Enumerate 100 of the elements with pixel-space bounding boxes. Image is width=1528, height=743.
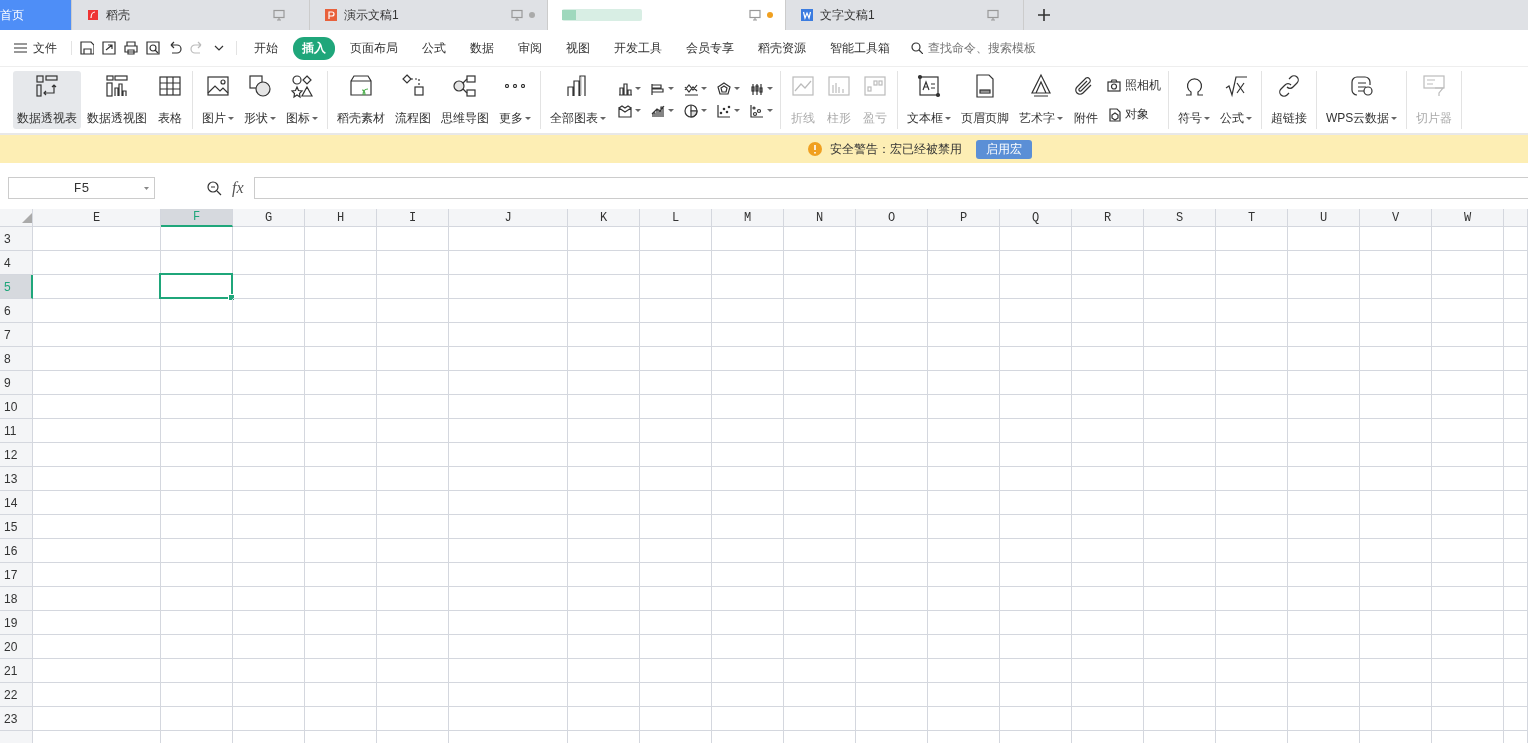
column-header[interactable]: W xyxy=(1432,209,1504,227)
document-tab[interactable] xyxy=(548,0,786,30)
column-header[interactable]: E xyxy=(33,209,161,227)
caret-icon xyxy=(144,187,149,190)
ribbon-button[interactable]: 超链接 xyxy=(1267,71,1311,129)
column-header[interactable]: L xyxy=(640,209,712,227)
chart-type-button[interactable] xyxy=(715,102,742,120)
warning-icon xyxy=(808,142,822,156)
pie-chart-icon xyxy=(684,104,698,118)
ribbon-tab[interactable]: 页面布局 xyxy=(341,36,407,60)
column-header[interactable]: R xyxy=(1072,209,1144,227)
row-header[interactable]: 22 xyxy=(0,683,33,707)
ribbon-button[interactable]: 图标 xyxy=(282,71,322,129)
ribbon-button[interactable]: 对象 xyxy=(1105,104,1163,125)
ribbon-button[interactable]: 数据透视图 xyxy=(83,71,151,129)
row-header[interactable]: 8 xyxy=(0,347,33,371)
column-header[interactable]: I xyxy=(377,209,449,227)
column-header[interactable]: O xyxy=(856,209,928,227)
chart-type-button[interactable] xyxy=(748,102,775,120)
redo-icon[interactable] xyxy=(190,41,204,55)
ribbon-button[interactable]: 文本框 xyxy=(903,71,955,129)
print-preview-icon[interactable] xyxy=(146,41,160,55)
column-header[interactable]: J xyxy=(449,209,568,227)
ribbon-button[interactable]: 流程图 xyxy=(391,71,435,129)
ribbon-tab[interactable]: 公式 xyxy=(413,36,455,60)
row-header[interactable]: 21 xyxy=(0,659,33,683)
file-menu[interactable]: 文件 xyxy=(14,39,57,57)
ribbon-button[interactable]: 形状 xyxy=(240,71,280,129)
row-header[interactable]: 4 xyxy=(0,251,33,275)
column-header[interactable]: P xyxy=(928,209,1000,227)
column-header[interactable]: Q xyxy=(1000,209,1072,227)
ribbon-button[interactable]: 公式 xyxy=(1216,71,1256,129)
ribbon-tab[interactable]: 会员专享 xyxy=(677,36,743,60)
undo-icon[interactable] xyxy=(168,41,182,55)
column-header[interactable]: U xyxy=(1288,209,1360,227)
column-header[interactable]: H xyxy=(305,209,377,227)
ribbon-tab[interactable]: 开始 xyxy=(245,36,287,60)
monitor-icon xyxy=(273,9,285,21)
row-header[interactable]: 20 xyxy=(0,635,33,659)
ribbon-button[interactable]: 全部图表 xyxy=(546,71,610,129)
icons-icon xyxy=(289,73,315,99)
column-header[interactable]: S xyxy=(1144,209,1216,227)
stock-chart-icon xyxy=(750,82,764,96)
row-header[interactable]: 16 xyxy=(0,539,33,563)
column-header[interactable]: N xyxy=(784,209,856,227)
row-header[interactable]: 18 xyxy=(0,587,33,611)
ribbon-button[interactable]: WPS云数据 xyxy=(1322,71,1402,129)
export-icon[interactable] xyxy=(102,41,116,55)
ribbon-button[interactable]: 数据透视表 xyxy=(13,71,81,129)
table-icon xyxy=(157,73,183,99)
ribbon-button[interactable]: 更多 xyxy=(495,71,535,129)
search-field[interactable]: 查找命令、搜索模板 xyxy=(911,40,1060,56)
ribbon-button[interactable]: 表格 xyxy=(153,71,187,129)
row-header[interactable]: 15 xyxy=(0,515,33,539)
row-header[interactable]: 19 xyxy=(0,611,33,635)
column-header[interactable]: T xyxy=(1216,209,1288,227)
ribbon-tab[interactable]: 视图 xyxy=(557,36,599,60)
radar-chart-icon xyxy=(717,82,731,96)
ribbon-button[interactable]: 图片 xyxy=(198,71,238,129)
row-header[interactable]: 13 xyxy=(0,467,33,491)
ribbon-button[interactable]: 照相机 xyxy=(1105,75,1163,96)
caret-icon xyxy=(635,109,641,113)
row-header[interactable]: 17 xyxy=(0,563,33,587)
zoom-out-icon[interactable] xyxy=(207,180,222,196)
chart-type-button[interactable] xyxy=(616,80,643,98)
chart-type-button[interactable] xyxy=(682,102,709,120)
column-header[interactable]: K xyxy=(568,209,640,227)
row-header[interactable]: 12 xyxy=(0,443,33,467)
row-header[interactable]: 23 xyxy=(0,707,33,731)
row-header[interactable]: 14 xyxy=(0,491,33,515)
ribbon-button[interactable]: 稻壳素材 xyxy=(333,71,389,129)
tab-title: 首页 xyxy=(0,6,25,24)
storefront-icon xyxy=(348,73,374,99)
name-box[interactable]: F5 xyxy=(8,177,155,199)
row-header[interactable]: 6 xyxy=(0,299,33,323)
column-header[interactable]: M xyxy=(712,209,784,227)
column-header[interactable]: G xyxy=(233,209,305,227)
ribbon-button[interactable]: 艺术字 xyxy=(1015,71,1067,129)
add-tab-icon[interactable] xyxy=(1038,9,1050,21)
ribbon-button[interactable]: 附件 xyxy=(1069,71,1103,129)
ribbon-button[interactable]: 符号 xyxy=(1174,71,1214,129)
row-header[interactable]: 3 xyxy=(0,227,33,251)
ribbon-tab[interactable]: 数据 xyxy=(461,36,503,60)
row-header[interactable]: 7 xyxy=(0,323,33,347)
ribbon-tab[interactable]: 稻壳资源 xyxy=(749,36,815,60)
caret-icon xyxy=(734,109,740,113)
row-header[interactable]: 10 xyxy=(0,395,33,419)
fx-label[interactable]: fx xyxy=(232,179,244,197)
row-header[interactable]: 9 xyxy=(0,371,33,395)
ribbon-button[interactable]: 思维导图 xyxy=(437,71,493,129)
ribbon-tab[interactable]: 开发工具 xyxy=(605,36,671,60)
column-header[interactable]: V xyxy=(1360,209,1432,227)
row-header[interactable]: 11 xyxy=(0,419,33,443)
formula-input[interactable] xyxy=(253,177,1528,199)
ribbon-button[interactable]: 页眉页脚 xyxy=(957,71,1013,129)
ribbon-tab[interactable]: 审阅 xyxy=(509,36,551,60)
save-icon[interactable] xyxy=(80,41,94,55)
chart-type-button[interactable] xyxy=(715,80,742,98)
print-icon[interactable] xyxy=(124,41,138,55)
ribbon-tab[interactable]: 智能工具箱 xyxy=(821,36,899,60)
